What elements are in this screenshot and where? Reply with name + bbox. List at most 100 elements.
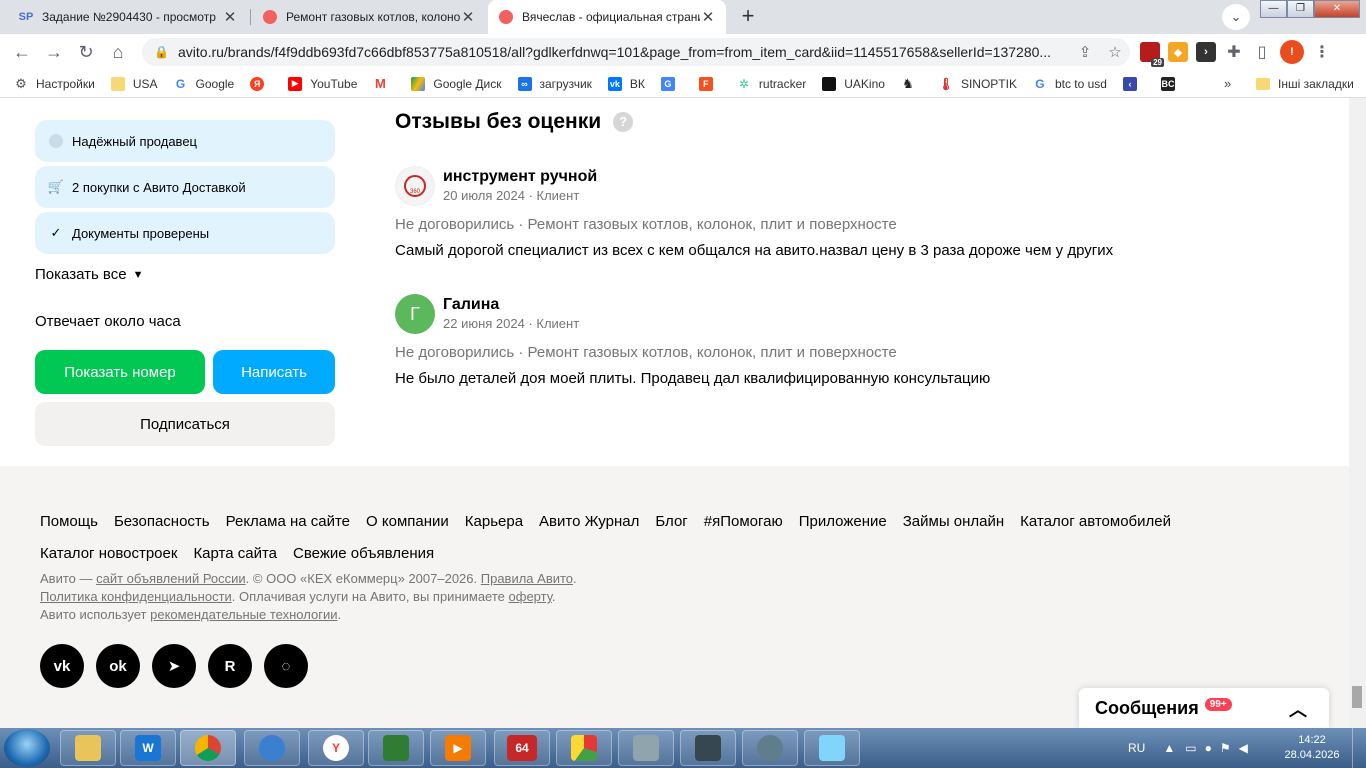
close-icon[interactable]: ✕ — [460, 8, 476, 26]
back-arrow-icon[interactable]: ← — [6, 36, 38, 68]
bookmark-loader[interactable]: ∞ загрузчик — [517, 76, 592, 91]
bookmark-bc[interactable]: BC — [1160, 76, 1183, 91]
bookmark-translate[interactable]: G — [660, 76, 683, 91]
bookmark-sinoptik[interactable]: 🌡 SINOPTIK — [938, 77, 1017, 91]
bookmarks-more-button[interactable]: » — [1224, 76, 1231, 91]
sidepanel-icon[interactable]: ▯ — [1252, 42, 1272, 62]
footer-link[interactable]: Каталог новостроек — [40, 538, 177, 570]
chevron-up-icon[interactable]: ︿ — [1289, 696, 1307, 722]
bookmark-star-icon[interactable]: ☆ — [1100, 43, 1130, 61]
show-desktop-button[interactable] — [1352, 728, 1366, 768]
profile-avatar[interactable]: ! — [1280, 40, 1304, 64]
minimize-button[interactable]: — — [1260, 0, 1287, 18]
taskbar-calculator[interactable] — [618, 730, 674, 766]
footer-link[interactable]: Безопасность — [114, 506, 210, 538]
footer-link[interactable]: Помощь — [40, 506, 98, 538]
footer-link[interactable]: #яПомогаю — [704, 506, 783, 538]
bookmark-google[interactable]: G Google — [174, 77, 234, 91]
menu-dots-icon[interactable]: ⋮ — [1312, 42, 1332, 62]
telegram-icon[interactable]: ➤ — [152, 644, 196, 688]
show-phone-button[interactable]: Показать номер — [35, 350, 205, 394]
odnoklassniki-icon[interactable]: ok — [96, 644, 140, 688]
bookmark-gmail[interactable]: M — [373, 76, 395, 91]
bookmark-usa[interactable]: USA — [110, 76, 158, 91]
taskbar-64[interactable]: 64 — [494, 730, 550, 766]
close-window-button[interactable]: ✕ — [1314, 0, 1360, 18]
taskbar-chrome[interactable] — [180, 730, 236, 766]
rutube-icon[interactable]: R — [208, 644, 252, 688]
footer-link[interactable]: Займы онлайн — [903, 506, 1004, 538]
bookmark-youtube[interactable]: ▶ YouTube — [288, 76, 357, 91]
puzzle-icon[interactable]: ✚ — [1224, 42, 1244, 62]
legal-link[interactable]: сайт объявлений России — [96, 571, 246, 586]
tab-seller[interactable]: Вячеслав - официальная страни ✕ — [488, 0, 726, 34]
footer-link[interactable]: Свежие объявления — [293, 538, 434, 570]
tray-network-icon[interactable]: ▭ — [1185, 741, 1196, 755]
home-icon[interactable]: ⌂ — [102, 36, 134, 68]
bookmark-settings[interactable]: ⚙ Настройки — [14, 76, 95, 91]
bookmark-uakino[interactable]: UAKino — [822, 76, 885, 91]
taskbar-yandex[interactable]: Y — [308, 730, 364, 766]
extension-arrow-icon[interactable]: › — [1196, 42, 1216, 62]
close-icon[interactable]: ✕ — [700, 8, 716, 26]
taskbar-security[interactable]: W — [120, 730, 176, 766]
footer-link[interactable]: О компании — [366, 506, 449, 538]
taskbar-clock-app[interactable] — [742, 730, 798, 766]
restore-button[interactable]: ❐ — [1287, 0, 1314, 18]
reload-icon[interactable]: ↻ — [70, 36, 102, 68]
new-tab-button[interactable]: + — [734, 4, 762, 30]
url-text[interactable]: avito.ru/brands/f4f9ddb693fd7c66dbf85377… — [178, 44, 1070, 60]
bookmark-arrow[interactable]: ‹ — [1122, 76, 1145, 91]
scroll-thumb[interactable] — [1352, 686, 1362, 708]
reviewer-name[interactable]: инструмент ручной — [443, 168, 597, 186]
taskbar-explorer[interactable] — [60, 730, 116, 766]
show-all-link[interactable]: Показать все ▼ — [35, 266, 143, 283]
bookmark-vk[interactable]: vk ВК — [607, 76, 645, 91]
dzen-icon[interactable]: ◌ — [264, 644, 308, 688]
legal-link[interactable]: Правила Авито — [481, 571, 573, 586]
legal-link[interactable]: рекомендательные технологии — [150, 607, 337, 622]
reviewer-name[interactable]: Галина — [443, 296, 499, 314]
footer-link[interactable]: Карьера — [465, 506, 523, 538]
taskbar-media[interactable]: ▶ — [430, 730, 486, 766]
footer-link[interactable]: Каталог автомобилей — [1020, 506, 1171, 538]
tab-repair[interactable]: Ремонт газовых котлов, колоно ✕ — [252, 0, 486, 34]
write-button[interactable]: Написать — [213, 350, 335, 394]
volume-icon[interactable]: ◀ — [1239, 741, 1248, 755]
taskbar-notes[interactable] — [804, 730, 860, 766]
vk-icon[interactable]: vk — [40, 644, 84, 688]
bookmark-f[interactable]: F — [698, 76, 721, 91]
bookmark-chess[interactable]: ♞ — [901, 76, 923, 91]
messages-panel[interactable]: Сообщения 99+ ︿ — [1079, 688, 1329, 728]
tab-search-chevron-icon[interactable]: ⌄ — [1222, 4, 1250, 30]
footer-link[interactable]: Реклама на сайте — [226, 506, 350, 538]
legal-link[interactable]: оферту — [509, 589, 552, 604]
footer-link[interactable]: Блог — [655, 506, 687, 538]
footer-link[interactable]: Приложение — [799, 506, 887, 538]
avatar[interactable]: 360 — [395, 166, 435, 206]
tray-app-icon[interactable]: ● — [1205, 741, 1212, 755]
lock-icon[interactable]: 🔒 — [154, 45, 169, 59]
taskbar-monitor[interactable] — [368, 730, 424, 766]
scrollbar[interactable] — [1349, 98, 1366, 728]
footer-link[interactable]: Карта сайта — [193, 538, 277, 570]
taskbar-chart[interactable] — [556, 730, 612, 766]
avatar[interactable]: Г — [395, 294, 435, 334]
language-indicator[interactable]: RU — [1128, 741, 1145, 755]
footer-link[interactable]: Авито Журнал — [539, 506, 639, 538]
tab-task[interactable]: SP Задание №2904430 - просмотр ✕ — [8, 0, 248, 34]
help-icon[interactable]: ? — [613, 112, 634, 132]
forward-arrow-icon[interactable]: → — [38, 36, 70, 68]
bookmark-yandex[interactable]: Я — [250, 76, 272, 91]
subscribe-button[interactable]: Подписаться — [35, 402, 335, 446]
other-bookmarks[interactable]: Інші закладки — [1256, 77, 1354, 91]
close-icon[interactable]: ✕ — [222, 8, 238, 26]
start-button[interactable] — [4, 729, 50, 767]
extension-brave-icon[interactable]: ◆ — [1168, 42, 1188, 62]
share-icon[interactable]: ⇪ — [1070, 43, 1100, 61]
taskbar-globe[interactable] — [244, 730, 300, 766]
extension-shield-icon[interactable]: 29 — [1140, 42, 1164, 67]
tray-expand-icon[interactable]: ▲ — [1163, 741, 1175, 755]
tray-flag-icon[interactable]: ⚑ — [1220, 741, 1231, 755]
bookmark-drive[interactable]: Google Диск — [411, 76, 502, 91]
